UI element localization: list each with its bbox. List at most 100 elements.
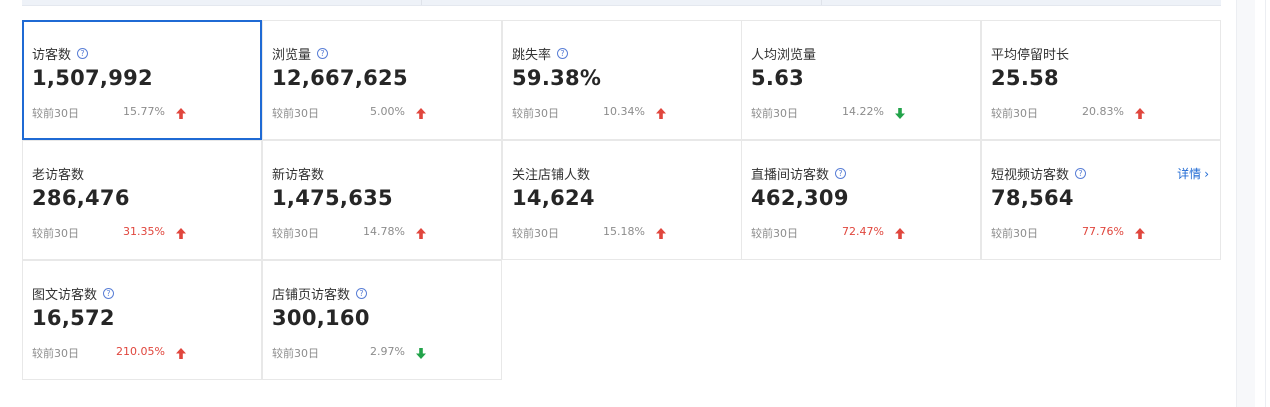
- help-icon[interactable]: ?: [103, 288, 115, 299]
- compare-label: 较前30日: [512, 107, 559, 120]
- detail-link[interactable]: 详情 ›: [1177, 165, 1209, 182]
- compare-label: 较前30日: [512, 227, 559, 240]
- metric-value: 78,564: [991, 186, 1074, 210]
- metric-card[interactable]: 图文访客数? 16,572 较前30日 210.05%: [22, 260, 262, 380]
- metric-value: 300,160: [272, 306, 370, 330]
- metric-value: 1,475,635: [272, 186, 393, 210]
- help-icon[interactable]: ?: [1075, 168, 1087, 179]
- compare-label: 较前30日: [751, 107, 798, 120]
- arrow-up-icon: [175, 345, 187, 359]
- compare-label: 较前30日: [272, 347, 319, 360]
- change-percent: 14.22%: [842, 105, 884, 118]
- change-percent: 210.05%: [116, 345, 165, 358]
- metric-value: 14,624: [512, 186, 595, 210]
- metric-title-label: 店铺页访客数: [272, 288, 351, 303]
- metrics-grid: 访客数? 1,507,992 较前30日 15.77% 浏览量? 12,667,625 较前…: [22, 20, 1221, 380]
- arrow-up-icon: [175, 225, 187, 239]
- metric-value: 462,309: [751, 186, 849, 210]
- metric-card[interactable]: 访客数? 1,507,992 较前30日 15.77%: [22, 20, 262, 140]
- metric-title: 新访客数: [272, 164, 324, 183]
- arrow-up-icon: [415, 105, 427, 119]
- metric-value: 16,572: [32, 306, 115, 330]
- arrow-down-icon: [894, 105, 906, 119]
- metric-title: 人均浏览量: [751, 44, 816, 63]
- compare-label: 较前30日: [272, 227, 319, 240]
- tab-divider: [821, 0, 822, 5]
- help-icon[interactable]: ?: [835, 168, 847, 179]
- arrow-up-icon: [1134, 225, 1146, 239]
- metric-title: 图文访客数?: [32, 284, 115, 303]
- metric-title-label: 直播间访客数: [751, 168, 830, 183]
- change-percent: 31.35%: [123, 225, 165, 238]
- metric-card[interactable]: 跳失率? 59.38% 较前30日 10.34%: [502, 20, 742, 140]
- metric-title-label: 浏览量: [272, 48, 312, 63]
- arrow-up-icon: [894, 225, 906, 239]
- compare-label: 较前30日: [32, 347, 79, 360]
- metric-card[interactable]: 浏览量? 12,667,625 较前30日 5.00%: [262, 20, 502, 140]
- compare-label: 较前30日: [751, 227, 798, 240]
- metric-card[interactable]: 平均停留时长 25.58 较前30日 20.83%: [981, 20, 1221, 140]
- metric-title: 跳失率?: [512, 44, 569, 63]
- metric-title-label: 老访客数: [32, 168, 85, 183]
- top-tab-strip: [22, 0, 1221, 6]
- metric-card[interactable]: 短视频访客数? 78,564 较前30日 77.76% 详情 ›: [981, 140, 1221, 260]
- metric-title: 老访客数: [32, 164, 84, 183]
- change-percent: 2.97%: [370, 345, 405, 358]
- arrow-up-icon: [655, 225, 667, 239]
- metric-title-label: 访客数: [32, 48, 72, 63]
- metric-card[interactable]: 直播间访客数? 462,309 较前30日 72.47%: [741, 140, 981, 260]
- metric-card[interactable]: 老访客数 286,476 较前30日 31.35%: [22, 140, 262, 260]
- metric-title-label: 图文访客数: [32, 288, 98, 303]
- metric-card[interactable]: 人均浏览量 5.63 较前30日 14.22%: [741, 20, 981, 140]
- metric-title: 浏览量?: [272, 44, 329, 63]
- metric-value: 25.58: [991, 66, 1059, 90]
- metric-value: 59.38%: [512, 66, 602, 90]
- arrow-up-icon: [1134, 105, 1146, 119]
- metric-value: 286,476: [32, 186, 130, 210]
- help-icon[interactable]: ?: [317, 48, 329, 59]
- metric-title-label: 短视频访客数: [991, 168, 1070, 183]
- metric-title-label: 关注店铺人数: [512, 168, 591, 183]
- change-percent: 5.00%: [370, 105, 405, 118]
- arrow-up-icon: [415, 225, 427, 239]
- metric-title: 直播间访客数?: [751, 164, 847, 183]
- change-percent: 14.78%: [363, 225, 405, 238]
- tab-divider: [421, 0, 422, 5]
- help-icon[interactable]: ?: [77, 48, 89, 59]
- change-percent: 15.18%: [603, 225, 645, 238]
- metric-value: 5.63: [751, 66, 805, 90]
- right-scrollbar-track[interactable]: [1236, 0, 1255, 407]
- change-percent: 77.76%: [1082, 225, 1124, 238]
- help-icon[interactable]: ?: [356, 288, 368, 299]
- change-percent: 15.77%: [123, 105, 165, 118]
- arrow-down-icon: [415, 345, 427, 359]
- metric-title-label: 平均停留时长: [991, 48, 1070, 63]
- metric-title-label: 人均浏览量: [751, 48, 817, 63]
- compare-label: 较前30日: [32, 107, 79, 120]
- metric-title-label: 新访客数: [272, 168, 325, 183]
- metric-title-label: 跳失率: [512, 48, 552, 63]
- arrow-up-icon: [175, 105, 187, 119]
- metric-title: 平均停留时长: [991, 44, 1069, 63]
- compare-label: 较前30日: [32, 227, 79, 240]
- compare-label: 较前30日: [991, 227, 1038, 240]
- metric-value: 1,507,992: [32, 66, 153, 90]
- help-icon[interactable]: ?: [557, 48, 569, 59]
- right-border: [1265, 0, 1266, 407]
- change-percent: 10.34%: [603, 105, 645, 118]
- metric-title: 短视频访客数?: [991, 164, 1087, 183]
- detail-link-label: 详情: [1177, 167, 1202, 181]
- chevron-right-icon: ›: [1204, 166, 1209, 181]
- change-percent: 20.83%: [1082, 105, 1124, 118]
- metric-title: 访客数?: [32, 44, 89, 63]
- metric-card[interactable]: 店铺页访客数? 300,160 较前30日 2.97%: [262, 260, 502, 380]
- change-percent: 72.47%: [842, 225, 884, 238]
- metric-value: 12,667,625: [272, 66, 408, 90]
- metric-card[interactable]: 新访客数 1,475,635 较前30日 14.78%: [262, 140, 502, 260]
- compare-label: 较前30日: [272, 107, 319, 120]
- metric-title: 店铺页访客数?: [272, 284, 368, 303]
- metric-card[interactable]: 关注店铺人数 14,624 较前30日 15.18%: [502, 140, 742, 260]
- compare-label: 较前30日: [991, 107, 1038, 120]
- arrow-up-icon: [655, 105, 667, 119]
- metric-title: 关注店铺人数: [512, 164, 590, 183]
